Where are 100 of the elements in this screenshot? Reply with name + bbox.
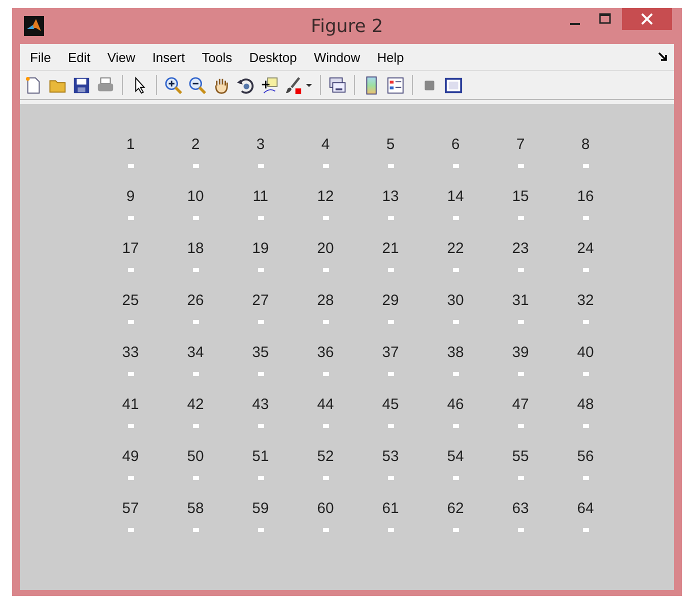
- image-thumbnail: [388, 216, 394, 220]
- subplot-title: 61: [382, 499, 399, 519]
- image-thumbnail: [388, 320, 394, 324]
- image-thumbnail: [192, 372, 198, 376]
- menu-item[interactable]: Desktop: [249, 50, 297, 64]
- subplot-title: 36: [317, 343, 334, 363]
- subplot-title: 17: [122, 239, 139, 259]
- subplot-title: 29: [382, 291, 399, 311]
- image-thumbnail: [388, 372, 394, 376]
- image-thumbnail: [192, 164, 198, 168]
- image-thumbnail: [518, 268, 524, 272]
- image-thumbnail: [322, 528, 328, 532]
- subplot-title: 30: [447, 291, 464, 311]
- menu-item[interactable]: Help: [377, 50, 404, 64]
- image-thumbnail: [128, 528, 134, 532]
- image-thumbnail: [128, 372, 134, 376]
- image-thumbnail: [322, 372, 328, 376]
- subplot-title: 48: [577, 395, 594, 415]
- subplot-title: 44: [317, 395, 334, 415]
- image-thumbnail: [128, 216, 134, 220]
- subplot-title: 59: [252, 499, 269, 519]
- brush-icon[interactable]: [284, 76, 303, 94]
- image-thumbnail: [518, 320, 524, 324]
- menu-item[interactable]: Edit: [68, 50, 90, 64]
- subplot-title: 9: [126, 187, 135, 207]
- image-thumbnail: [452, 424, 458, 428]
- image-thumbnail: [452, 476, 458, 480]
- subplot-title: 42: [187, 395, 204, 415]
- plot-window-icon[interactable]: [444, 76, 463, 94]
- image-thumbnail: [582, 164, 588, 168]
- image-thumbnail: [128, 424, 134, 428]
- subplot-title: 21: [382, 239, 399, 259]
- subplot-title: 15: [512, 187, 529, 207]
- zoom-out-icon[interactable]: [188, 76, 207, 94]
- subplot-title: 32: [577, 291, 594, 311]
- subplot-title: 23: [512, 239, 529, 259]
- subplot-title: 53: [382, 447, 399, 467]
- subplot-title: 33: [122, 343, 139, 363]
- zoom-in-icon[interactable]: [164, 76, 183, 94]
- subplot-title: 16: [577, 187, 594, 207]
- subplot-title: 25: [122, 291, 139, 311]
- save-icon[interactable]: [72, 76, 91, 94]
- image-thumbnail: [322, 424, 328, 428]
- image-thumbnail: [582, 528, 588, 532]
- subplot-title: 47: [512, 395, 529, 415]
- subplot-title: 31: [512, 291, 529, 311]
- subplot-title: 3: [256, 135, 265, 155]
- legend-icon[interactable]: [386, 76, 405, 94]
- image-thumbnail: [128, 476, 134, 480]
- subplot-title: 1: [126, 135, 135, 155]
- image-thumbnail: [582, 372, 588, 376]
- image-thumbnail: [258, 216, 264, 220]
- subplot-title: 26: [187, 291, 204, 311]
- menu-item[interactable]: File: [30, 50, 51, 64]
- linked-plots-icon[interactable]: [328, 76, 347, 94]
- dock-icon[interactable]: [658, 52, 668, 62]
- app-icon: [24, 16, 44, 36]
- subplot-title: 18: [187, 239, 204, 259]
- subplot-title: 54: [447, 447, 464, 467]
- image-thumbnail: [192, 320, 198, 324]
- menu-item[interactable]: Window: [314, 50, 360, 64]
- image-thumbnail: [518, 424, 524, 428]
- subplot-title: 38: [447, 343, 464, 363]
- subplot-title: 58: [187, 499, 204, 519]
- image-thumbnail: [322, 268, 328, 272]
- image-thumbnail: [322, 320, 328, 324]
- image-thumbnail: [582, 320, 588, 324]
- menu-item[interactable]: Tools: [202, 50, 232, 64]
- image-thumbnail: [388, 424, 394, 428]
- subplot-title: 55: [512, 447, 529, 467]
- subplot-title: 64: [577, 499, 594, 519]
- close-button[interactable]: [622, 8, 672, 30]
- subplot-title: 34: [187, 343, 204, 363]
- image-thumbnail: [322, 476, 328, 480]
- subplot-title: 49: [122, 447, 139, 467]
- image-thumbnail: [258, 320, 264, 324]
- subplot-title: 41: [122, 395, 139, 415]
- menu-item[interactable]: View: [107, 50, 136, 64]
- subplot-title: 45: [382, 395, 399, 415]
- image-thumbnail: [128, 268, 134, 272]
- subplot-title: 51: [252, 447, 269, 467]
- subplot-title: 57: [122, 499, 139, 519]
- caret-icon[interactable]: [305, 81, 313, 89]
- data-cursor-icon[interactable]: [260, 76, 279, 94]
- image-thumbnail: [452, 216, 458, 220]
- subplot-title: 7: [516, 135, 525, 155]
- image-thumbnail: [192, 216, 198, 220]
- rotate-icon[interactable]: [236, 76, 255, 94]
- subplot-title: 56: [577, 447, 594, 467]
- image-thumbnail: [452, 164, 458, 168]
- image-thumbnail: [518, 476, 524, 480]
- subplot-title: 60: [317, 499, 334, 519]
- subplot-title: 10: [187, 187, 204, 207]
- subplot-title: 27: [252, 291, 269, 311]
- image-thumbnail: [582, 216, 588, 220]
- image-thumbnail: [388, 164, 394, 168]
- image-thumbnail: [192, 528, 198, 532]
- subplot-title: 12: [317, 187, 334, 207]
- image-thumbnail: [518, 372, 524, 376]
- menu-item[interactable]: Insert: [152, 50, 185, 64]
